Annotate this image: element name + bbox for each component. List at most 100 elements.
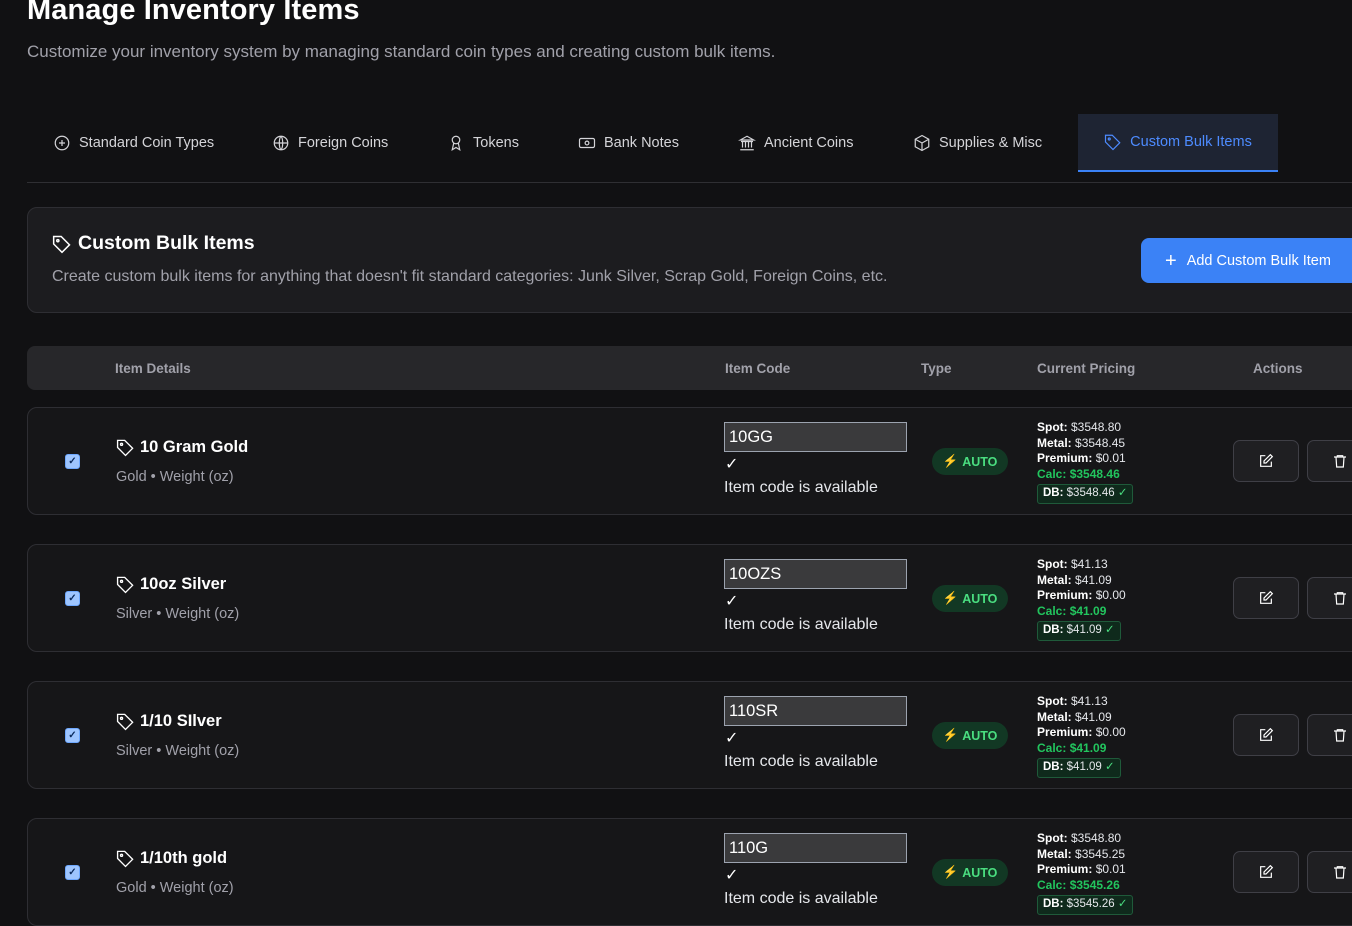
db-check-icon: ✓ [1117,898,1128,910]
metal-price: Metal: $41.09 [1037,573,1126,589]
delete-button[interactable] [1307,440,1352,482]
tab-label: Ancient Coins [764,135,854,151]
premium-price: Premium: $0.01 [1037,451,1133,467]
tag-icon [1105,134,1121,151]
premium-label: Premium: [1037,725,1093,739]
calc-label: Calc: [1037,877,1067,892]
add-custom-bulk-item-button[interactable]: + Add Custom Bulk Item [1141,238,1352,283]
pricing-block: Spot: $3548.80 Metal: $3545.25 Premium: … [1037,831,1134,915]
type-badge-label: AUTO [962,591,998,606]
premium-label: Premium: [1037,588,1093,602]
edit-icon [1260,453,1274,467]
item-code-input[interactable] [724,422,907,452]
item-code-input[interactable] [724,833,907,863]
row-checkbox[interactable]: ✓ [65,591,80,606]
check-icon: ✓ [725,730,739,747]
spot-price: Spot: $41.13 [1037,694,1126,710]
item-name-text: 10 Gram Gold [140,438,249,456]
panel-description: Create custom bulk items for anything th… [52,268,888,285]
item-name-text: 1/10th gold [140,849,228,867]
spot-price: Spot: $41.13 [1037,557,1126,573]
package-icon [914,134,930,152]
tab-standard-coin-types[interactable]: Standard Coin Types [53,114,214,172]
type-badge: ⚡ AUTO [932,859,1008,886]
plus-circle-icon [54,135,70,151]
landmark-icon [738,135,756,151]
db-label: DB: [1043,898,1064,910]
type-badge: ⚡ AUTO [932,448,1008,475]
spot-label: Spot: [1037,694,1068,708]
metal-value: $3545.25 [1075,846,1126,861]
type-badge-label: AUTO [962,728,998,743]
delete-button[interactable] [1307,577,1352,619]
calc-value: $41.09 [1069,603,1107,618]
metal-price: Metal: $41.09 [1037,710,1126,726]
edit-icon [1260,727,1274,741]
item-code-status: Item code is available [724,479,878,496]
calc-value: $3545.26 [1069,877,1120,892]
metal-value: $41.09 [1075,709,1112,724]
tab-tokens[interactable]: Tokens [447,114,519,172]
row-checkbox[interactable]: ✓ [65,454,80,469]
row-checkbox[interactable]: ✓ [65,865,80,880]
tab-bank-notes[interactable]: Bank Notes [578,114,679,172]
item-meta: Silver • Weight (oz) [116,743,240,759]
tab-label: Tokens [473,135,519,151]
edit-button[interactable] [1233,577,1299,619]
db-value: $41.09 [1066,761,1102,773]
delete-button[interactable] [1307,851,1352,893]
item-meta: Gold • Weight (oz) [116,880,234,896]
tab-supplies-misc[interactable]: Supplies & Misc [913,114,1042,172]
tab-label: Supplies & Misc [939,135,1043,151]
banknote-icon [578,137,596,149]
row-checkbox[interactable]: ✓ [65,728,80,743]
spot-label: Spot: [1037,557,1068,571]
tag-icon [116,439,134,457]
metal-value: $3548.45 [1075,435,1126,450]
item-code-input[interactable] [724,559,907,589]
edit-button[interactable] [1233,440,1299,482]
db-check-icon: ✓ [1117,487,1128,499]
db-price-badge: DB: $3545.26 ✓ [1037,895,1134,915]
spot-price: Spot: $3548.80 [1037,831,1133,847]
premium-value: $0.00 [1095,725,1126,739]
db-check-icon: ✓ [1105,761,1115,773]
plus-icon: + [1165,249,1177,272]
page-title: Manage Inventory Items [27,0,360,26]
item-code-input[interactable] [724,696,907,726]
tab-label: Custom Bulk Items [1130,134,1252,150]
db-value: $41.09 [1066,624,1102,636]
calc-price: Calc: $3545.26 [1037,878,1133,894]
calc-label: Calc: [1037,466,1067,481]
db-value: $3545.26 [1066,898,1115,910]
lightning-icon: ⚡ [942,454,959,468]
edit-button[interactable] [1233,851,1299,893]
tag-icon [52,235,71,253]
tab-foreign-coins[interactable]: Foreign Coins [272,114,388,172]
tag-icon [116,576,134,594]
tag-icon [116,850,134,868]
table-row: ✓ 10oz Silver Silver • Weight (oz) ✓ Ite… [27,544,1352,652]
trash-icon [1334,455,1346,468]
edit-button[interactable] [1233,714,1299,756]
table-header: Item Details Item Code Type Current Pric… [27,346,1352,390]
calc-price: Calc: $3548.46 [1037,467,1133,483]
item-name: 10oz Silver [116,575,226,594]
tab-custom-bulk-items[interactable]: Custom Bulk Items [1078,114,1278,172]
tab-ancient-coins[interactable]: Ancient Coins [738,114,853,172]
premium-label: Premium: [1037,451,1093,465]
spot-value: $3548.80 [1071,831,1122,845]
db-price-badge: DB: $41.09 ✓ [1037,758,1121,778]
type-badge: ⚡ AUTO [932,585,1008,612]
db-check-icon: ✓ [1105,624,1115,636]
item-name: 10 Gram Gold [116,438,248,457]
delete-button[interactable] [1307,714,1352,756]
metal-label: Metal: [1037,709,1072,724]
tab-label: Bank Notes [604,135,679,151]
lightning-icon: ⚡ [942,728,959,742]
tag-icon [116,713,134,731]
metal-label: Metal: [1037,435,1072,450]
check-icon: ✓ [725,867,739,884]
panel-title: Custom Bulk Items [52,232,255,255]
lightning-icon: ⚡ [942,591,959,605]
